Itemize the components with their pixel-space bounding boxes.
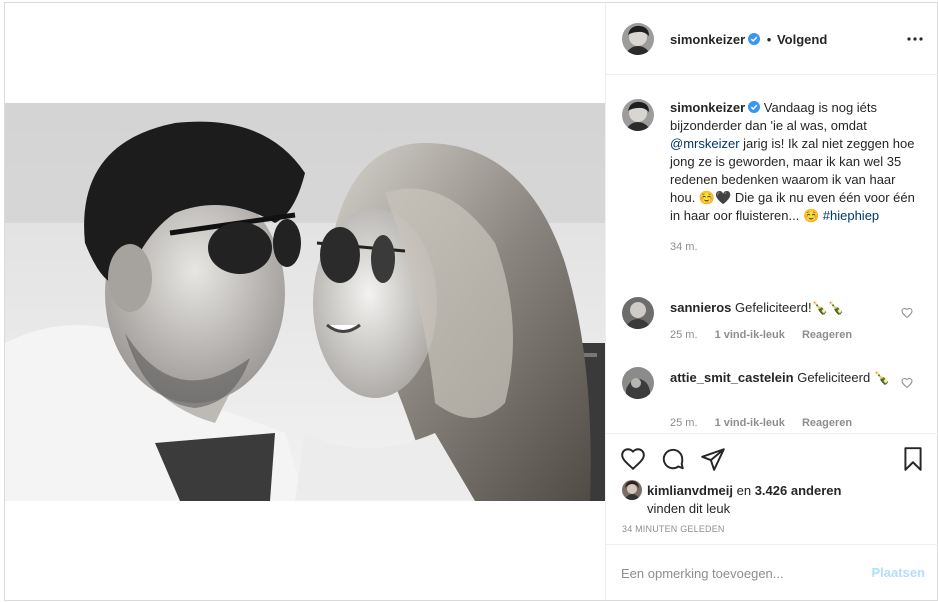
comment-avatar[interactable]	[622, 367, 654, 399]
follow-separator: •	[766, 32, 772, 47]
avatar-image	[622, 99, 654, 131]
comment-username[interactable]: sannieros	[670, 300, 731, 315]
header-user-line: simonkeizer • Volgend	[670, 32, 827, 47]
post-sidebar: simonkeizer • Volgend simonkeizer Vandaa…	[605, 3, 938, 600]
comment-likes[interactable]: 1 vind-ik-leuk	[715, 329, 785, 341]
comment-reply-button[interactable]: Reageren	[802, 417, 852, 429]
comment-input[interactable]	[621, 563, 851, 583]
comment-text: Gefeliciteerd!🍾🍾	[735, 300, 845, 315]
caption-mention-link[interactable]: @mrskeizer	[670, 136, 740, 151]
header-username[interactable]: simonkeizer	[670, 32, 745, 47]
verified-badge-icon	[748, 100, 761, 113]
comment-time[interactable]: 25 m.	[670, 417, 698, 429]
post-media	[5, 3, 605, 600]
post-header: simonkeizer • Volgend	[606, 3, 938, 75]
likes-suffix: vinden dit leuk	[647, 501, 731, 516]
post-container: simonkeizer • Volgend simonkeizer Vandaa…	[4, 2, 938, 601]
caption-hashtag-link[interactable]: #hiephiep	[823, 208, 879, 223]
comment-meta: 25 m. 1 vind-ik-leuk Reageren	[670, 417, 866, 429]
comments-list[interactable]: simonkeizer Vandaag is nog iéts bijzonde…	[606, 75, 938, 433]
caption-avatar[interactable]	[622, 99, 654, 131]
heart-icon[interactable]	[620, 446, 646, 472]
liker-avatar[interactable]	[622, 480, 642, 500]
comment-icon[interactable]	[660, 446, 686, 472]
post-photo[interactable]	[5, 103, 605, 501]
share-icon[interactable]	[700, 446, 726, 472]
avatar[interactable]	[622, 23, 654, 55]
caption-username[interactable]: simonkeizer	[670, 100, 745, 115]
add-comment-bar: Plaatsen	[606, 544, 938, 600]
avatar-image	[622, 23, 654, 55]
comment-item: sannieros Gefeliciteerd!🍾🍾	[670, 299, 890, 317]
likes-summary: kimlianvdmeij en 3.426 anderen vinden di…	[622, 480, 841, 518]
likes-others-link[interactable]: 3.426 anderen	[755, 483, 842, 498]
post-timestamp[interactable]: 34 MINUTEN GELEDEN	[622, 524, 725, 534]
couple-photo-image	[5, 103, 605, 501]
more-options-icon[interactable]	[905, 29, 925, 49]
comment-like-heart-icon[interactable]	[901, 377, 913, 389]
comment-likes[interactable]: 1 vind-ik-leuk	[715, 417, 785, 429]
comment-meta: 25 m. 1 vind-ik-leuk Reageren	[670, 329, 866, 341]
comment-time[interactable]: 25 m.	[670, 329, 698, 341]
comment-avatar[interactable]	[622, 297, 654, 329]
caption-time[interactable]: 34 m.	[670, 241, 698, 253]
avatar-image	[622, 367, 654, 399]
post-caption: simonkeizer Vandaag is nog iéts bijzonde…	[670, 99, 920, 256]
post-actions: kimlianvdmeij en 3.426 anderen vinden di…	[606, 433, 938, 543]
likes-connector: en	[736, 483, 752, 498]
bookmark-icon[interactable]	[900, 446, 926, 472]
comment-item: attie_smit_castelein Gefeliciteerd 🍾	[670, 369, 895, 387]
avatar-image	[622, 297, 654, 329]
comment-reply-button[interactable]: Reageren	[802, 329, 852, 341]
liker-username[interactable]: kimlianvdmeij	[647, 483, 733, 498]
follow-status-button[interactable]: Volgend	[777, 32, 827, 47]
comment-like-heart-icon[interactable]	[901, 307, 913, 319]
comment-text: Gefeliciteerd 🍾	[797, 370, 890, 385]
post-comment-button[interactable]: Plaatsen	[872, 565, 925, 580]
comment-username[interactable]: attie_smit_castelein	[670, 370, 794, 385]
verified-badge-icon	[748, 33, 761, 45]
